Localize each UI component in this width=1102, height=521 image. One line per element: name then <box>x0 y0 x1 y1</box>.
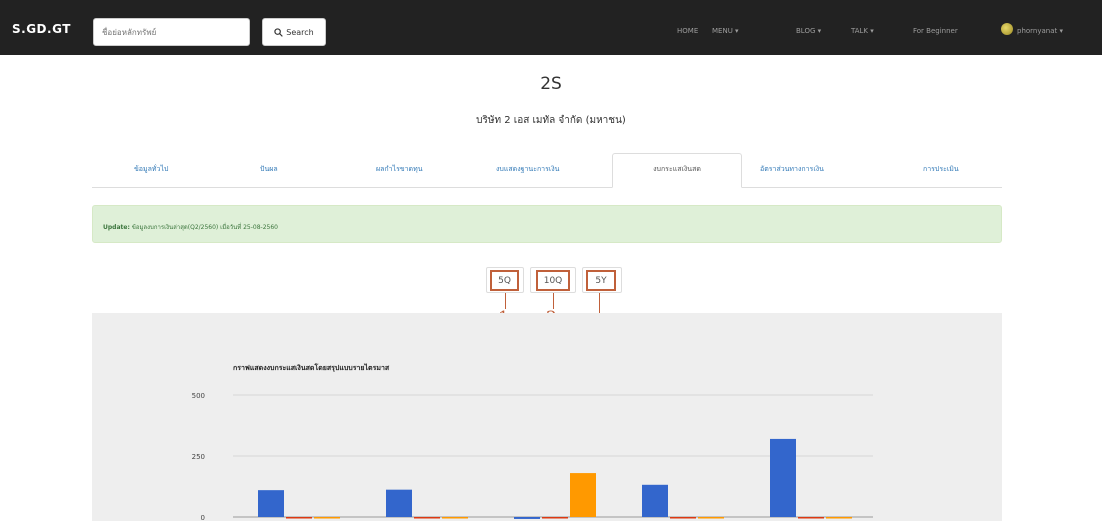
chart-bar[interactable] <box>798 517 824 519</box>
cash-flow-chart: 500 250 0 <box>192 392 873 521</box>
chart-bar[interactable] <box>670 517 696 519</box>
chart-bar[interactable] <box>542 517 568 519</box>
chart-bar[interactable] <box>414 517 440 519</box>
chart-bar[interactable] <box>314 517 340 519</box>
y-tick-label: 500 <box>192 392 205 400</box>
chart-bar[interactable] <box>258 490 284 517</box>
y-tick-label: 250 <box>192 453 205 461</box>
chart-bar[interactable] <box>386 489 412 517</box>
chart-bar[interactable] <box>826 517 852 519</box>
chart-bar[interactable] <box>570 473 596 517</box>
chart-bar[interactable] <box>286 517 312 519</box>
chart-bar[interactable] <box>770 438 796 517</box>
chart-bar[interactable] <box>442 517 468 519</box>
chart-bar[interactable] <box>698 517 724 519</box>
chart-bar[interactable] <box>514 517 540 519</box>
y-tick-label: 0 <box>201 514 205 521</box>
chart-bar[interactable] <box>642 484 668 517</box>
